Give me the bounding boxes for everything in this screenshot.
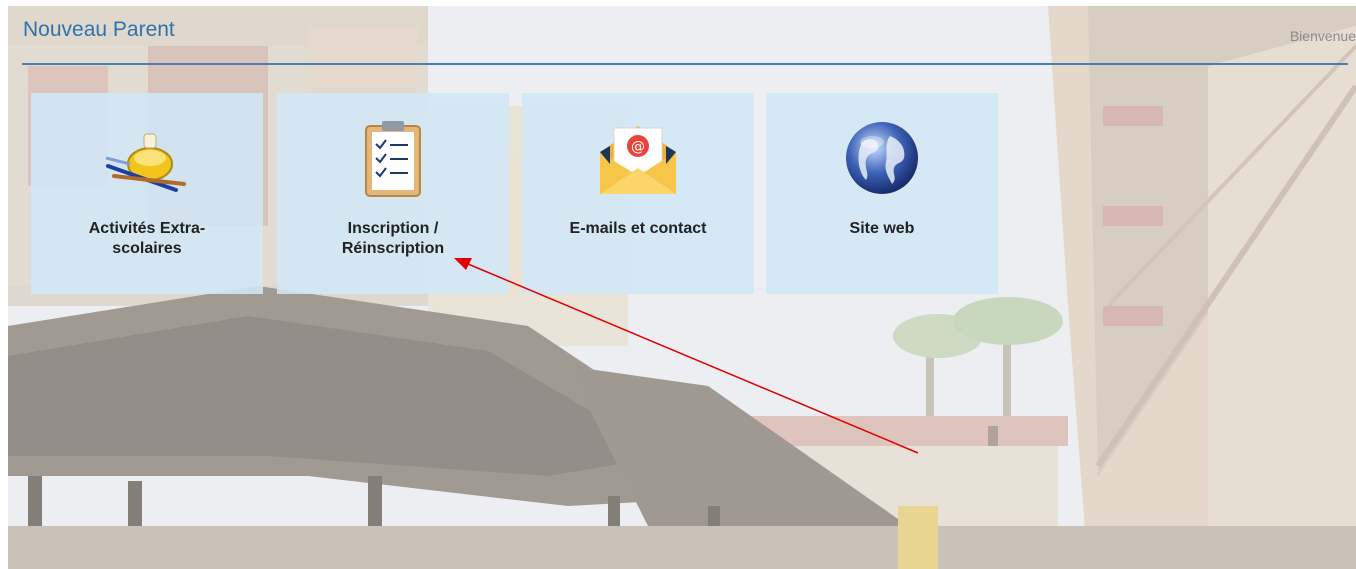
tile-label: Inscription / Réinscription — [287, 219, 499, 259]
tile-emails-contact[interactable]: @ E-mails et contact — [522, 93, 754, 294]
tile-label-line2: Réinscription — [341, 240, 445, 257]
email-envelope-icon: @ — [522, 118, 754, 198]
page-title: Nouveau Parent — [23, 18, 175, 41]
tile-label: E-mails et contact — [532, 219, 744, 239]
app-frame: Nouveau Parent Bienvenue Activités Extra… — [0, 0, 1356, 569]
tile-label-line2: scolaires — [112, 240, 182, 257]
tile-label-line1: Activités Extra- — [88, 220, 206, 237]
tile-inscription-reinscription[interactable]: Inscription / Réinscription — [277, 93, 509, 294]
tile-activites-extrascolaires[interactable]: Activités Extra- scolaires — [31, 93, 263, 294]
welcome-text: Bienvenue — [1289, 28, 1356, 44]
tile-label-line1: Site web — [849, 220, 915, 237]
header-divider — [22, 63, 1348, 65]
globe-icon — [766, 118, 998, 198]
tile-site-web[interactable]: Site web — [766, 93, 998, 294]
paint-palette-icon — [31, 118, 263, 198]
tile-label-line1: E-mails et contact — [569, 220, 707, 237]
tile-label: Activités Extra- scolaires — [41, 219, 253, 259]
checklist-clipboard-icon — [277, 118, 509, 198]
tile-label-line1: Inscription / — [347, 220, 439, 237]
tile-label: Site web — [776, 219, 988, 239]
svg-text:@: @ — [631, 139, 645, 155]
